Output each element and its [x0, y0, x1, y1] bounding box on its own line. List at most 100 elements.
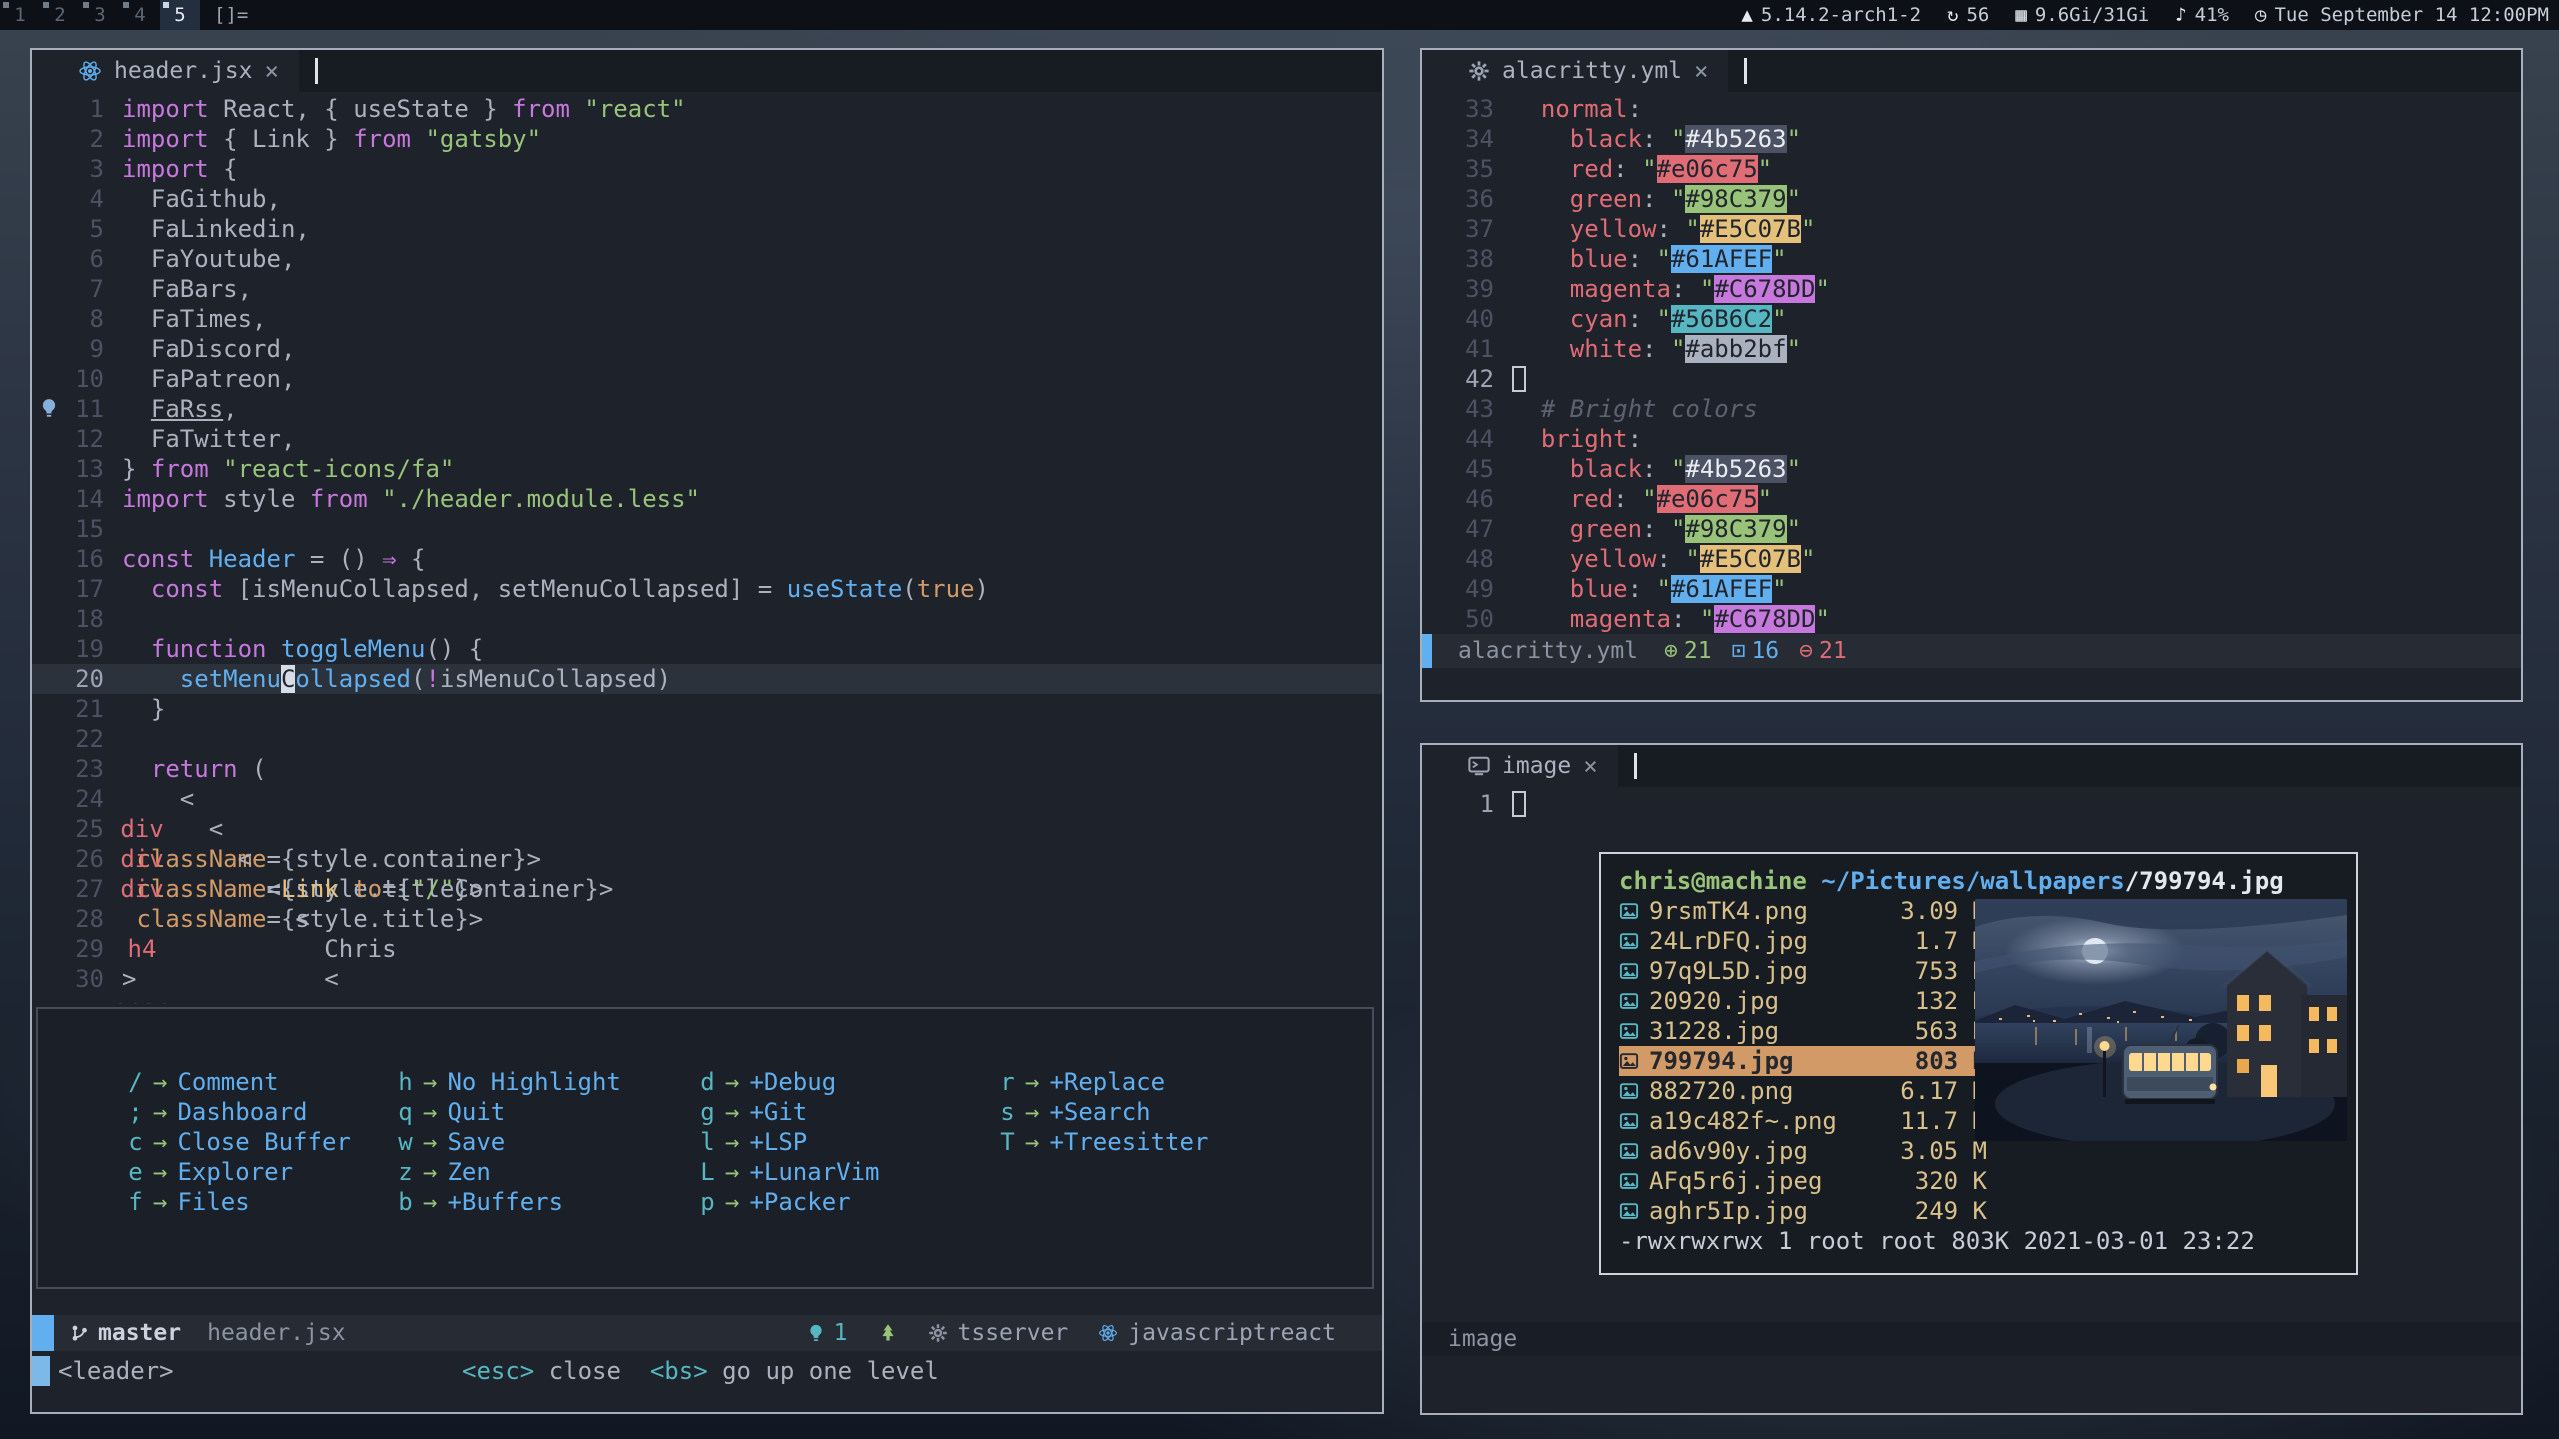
line-number: 49 [1422, 574, 1494, 604]
whichkey-binding-f: f→Files [128, 1187, 398, 1217]
code-line[interactable]: 27 <Link to={"/"}> [32, 874, 1382, 904]
code-line[interactable]: 10 FaPatreon, [32, 364, 1382, 394]
code-line[interactable]: 15 [32, 514, 1382, 544]
code-line[interactable]: 34 black: "#4b5263" [1422, 124, 2521, 154]
file-row-20920.jpg[interactable]: 20920.jpg132 K [1619, 986, 1987, 1016]
file-row-24LrDFQ.jpg[interactable]: 24LrDFQ.jpg1.7 M [1619, 926, 1987, 956]
code-line[interactable]: 33 normal: [1422, 94, 2521, 124]
layout-symbol[interactable]: []= [214, 4, 248, 26]
file-row-aghr5Ip.jpg[interactable]: aghr5Ip.jpg249 K [1619, 1196, 1987, 1226]
code-line[interactable]: 18 [32, 604, 1382, 634]
arrow-icon: → [153, 1128, 167, 1156]
code-line[interactable]: 49 blue: "#61AFEF" [1422, 574, 2521, 604]
code-line[interactable]: 37 yellow: "#E5C07B" [1422, 214, 2521, 244]
code-line[interactable]: 6 FaYoutube, [32, 244, 1382, 274]
code-line[interactable]: 39 magenta: "#C678DD" [1422, 274, 2521, 304]
code-line[interactable]: 41 white: "#abb2bf" [1422, 334, 2521, 364]
line-number: 6 [32, 244, 104, 274]
tabline: image × [1422, 745, 2521, 787]
code-line[interactable]: 5 FaLinkedin, [32, 214, 1382, 244]
code-line[interactable]: 48 yellow: "#E5C07B" [1422, 544, 2521, 574]
code-line[interactable]: 3import { [32, 154, 1382, 184]
whichkey-binding-;: ;→Dashboard [128, 1097, 398, 1127]
tag-occupied-indicator [163, 2, 169, 8]
workspace-tag-1[interactable]: 1 [0, 0, 40, 30]
code-line[interactable]: 47 green: "#98C379" [1422, 514, 2521, 544]
file-row-a19c482f~.png[interactable]: a19c482f~.png11.7 M [1619, 1106, 1987, 1136]
workspace-tag-4[interactable]: 4 [120, 0, 160, 30]
code-line[interactable]: 19 function toggleMenu() { [32, 634, 1382, 664]
file-row-ad6v90y.jpg[interactable]: ad6v90y.jpg3.05 M [1619, 1136, 1987, 1166]
code-line[interactable]: 17 const [isMenuCollapsed, setMenuCollap… [32, 574, 1382, 604]
tab-header-jsx[interactable]: header.jsx × [32, 50, 299, 92]
code-line[interactable]: 29 Chris [32, 934, 1382, 964]
binding-key: d [700, 1067, 715, 1097]
file-row-31228.jpg[interactable]: 31228.jpg563 K [1619, 1016, 1987, 1046]
token [368, 485, 382, 513]
code-line[interactable]: 22 [32, 724, 1382, 754]
file-size: 6.17 M [1869, 1076, 1987, 1106]
arrow-icon: → [725, 1188, 739, 1216]
line-text: FaPatreon, [122, 364, 295, 394]
code-line[interactable]: 20 setMenuCollapsed(!isMenuCollapsed) [32, 664, 1382, 694]
code-line[interactable]: 50 magenta: "#C678DD" [1422, 604, 2521, 634]
code-line[interactable]: 46 red: "#e06c75" [1422, 484, 2521, 514]
code-area[interactable]: 1 [1422, 789, 2521, 849]
code-line[interactable]: 4 FaGithub, [32, 184, 1382, 214]
code-line[interactable]: 21 } [32, 694, 1382, 724]
code-line[interactable]: 16const Header = () ⇒ { [32, 544, 1382, 574]
code-line[interactable]: 9 FaDiscord, [32, 334, 1382, 364]
whichkey-binding-s: s→+Search [1000, 1097, 1270, 1127]
close-icon[interactable]: × [1694, 57, 1708, 85]
code-line[interactable]: 13} from "react-icons/fa" [32, 454, 1382, 484]
token: " [1700, 275, 1714, 303]
arrow-icon: → [153, 1068, 167, 1096]
code-line[interactable]: 2import { Link } from "gatsby" [32, 124, 1382, 154]
workspace-tag-5[interactable]: 5 [160, 0, 200, 30]
line-number: 3 [32, 154, 104, 184]
line-number: 1 [1422, 789, 1494, 819]
code-line[interactable]: 25 <div className={style.titleContainer}… [32, 814, 1382, 844]
file-row-97q9L5D.jpg[interactable]: 97q9L5D.jpg753 K [1619, 956, 1987, 986]
code-line[interactable]: 38 blue: "#61AFEF" [1422, 244, 2521, 274]
git-modified: ⊡16 [1732, 638, 1780, 664]
code-line[interactable]: 40 cyan: "#56B6C2" [1422, 304, 2521, 334]
arrow-icon: → [725, 1098, 739, 1126]
code-line[interactable]: 23 return ( [32, 754, 1382, 784]
code-area[interactable]: 33 normal:34 black: "#4b5263"35 red: "#e… [1422, 94, 2521, 634]
code-line[interactable]: 44 bright: [1422, 424, 2521, 454]
code-line[interactable]: 43 # Bright colors [1422, 394, 2521, 424]
close-icon[interactable]: × [1583, 752, 1597, 780]
code-line[interactable]: 45 black: "#4b5263" [1422, 454, 2521, 484]
tab-alacritty-yml[interactable]: alacritty.yml × [1422, 50, 1728, 92]
token: FaDiscord, [122, 335, 295, 363]
file-row-9rsmTK4.png[interactable]: 9rsmTK4.png3.09 M [1619, 896, 1987, 926]
code-line[interactable]: 7 FaBars, [32, 274, 1382, 304]
code-line[interactable]: 35 red: "#e06c75" [1422, 154, 2521, 184]
code-line[interactable]: 1import React, { useState } from "react" [32, 94, 1382, 124]
code-line[interactable]: 42 [1422, 364, 2521, 394]
code-line[interactable]: 11 FaRss, [32, 394, 1382, 424]
workspace-tag-3[interactable]: 3 [80, 0, 120, 30]
tab-image[interactable]: image × [1422, 745, 1618, 787]
code-line[interactable]: 24 <div className={style.container}> [32, 784, 1382, 814]
code-area[interactable]: 1import React, { useState } from "react"… [32, 94, 1382, 1004]
code-line[interactable]: 1 [1422, 789, 2521, 819]
workspace-tag-2[interactable]: 2 [40, 0, 80, 30]
file-row-AFq5r6j.jpeg[interactable]: AFq5r6j.jpeg320 K [1619, 1166, 1987, 1196]
code-line[interactable]: 12 FaTwitter, [32, 424, 1382, 454]
line-number: 34 [1422, 124, 1494, 154]
line-text: FaBars, [122, 274, 252, 304]
code-line[interactable]: 26 <div className={style.title}> [32, 844, 1382, 874]
line-number: 8 [32, 304, 104, 334]
code-line[interactable]: 30 <span style={{ color: "red" }}>@</spa… [32, 964, 1382, 994]
code-line[interactable]: 28 <h4> [32, 904, 1382, 934]
code-line[interactable]: 36 green: "#98C379" [1422, 184, 2521, 214]
close-icon[interactable]: × [264, 57, 278, 85]
file-row-799794.jpg[interactable]: 799794.jpg803 K [1619, 1046, 1987, 1076]
file-row-882720.png[interactable]: 882720.png6.17 M [1619, 1076, 1987, 1106]
code-line[interactable]: 8 FaTimes, [32, 304, 1382, 334]
binding-key: e [128, 1157, 143, 1187]
volume-icon: ♪ [2175, 4, 2186, 26]
code-line[interactable]: 14import style from "./header.module.les… [32, 484, 1382, 514]
